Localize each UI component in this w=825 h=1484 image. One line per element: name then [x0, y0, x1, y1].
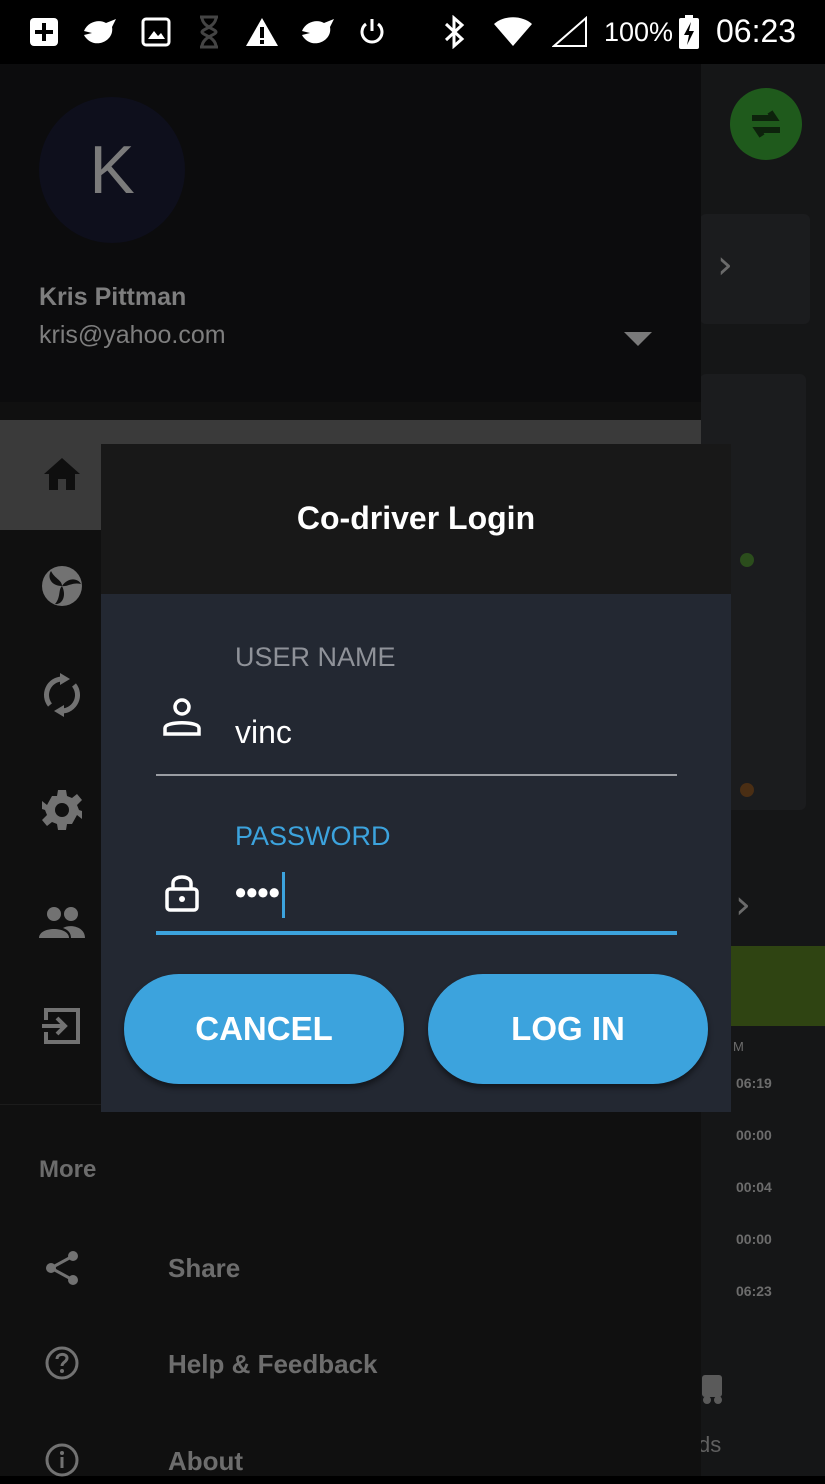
sync-icon[interactable] [38, 671, 86, 719]
home-icon[interactable] [38, 450, 86, 498]
clock: 06:23 [716, 13, 797, 49]
password-underline [156, 931, 677, 935]
time-value: 06:23 [736, 1283, 772, 1299]
dialog-header: Co-driver Login [101, 444, 731, 594]
username-input[interactable]: vinc [235, 714, 292, 751]
share-icon [38, 1244, 86, 1292]
help-icon [38, 1339, 86, 1387]
signal-icon [550, 14, 590, 50]
time-value: 00:04 [736, 1179, 772, 1195]
password-masked-value: •••• [235, 874, 280, 911]
avatar[interactable]: K [39, 97, 185, 243]
username-underline [156, 774, 677, 776]
help-feedback-label: Help & Feedback [168, 1349, 378, 1379]
wifi-icon [490, 14, 536, 50]
more-section-label: More [39, 1156, 97, 1183]
warning-icon [242, 14, 282, 50]
user-email: kris@yahoo.com [39, 321, 226, 349]
user-icon [161, 696, 203, 738]
bird-icon [80, 14, 120, 50]
image-icon [138, 14, 174, 50]
time-value: 06:19 [736, 1075, 772, 1091]
cancel-button[interactable]: CANCEL [124, 974, 404, 1084]
password-input[interactable]: •••• [235, 872, 285, 918]
truck-icon[interactable] [698, 1369, 728, 1409]
settings-icon[interactable] [38, 786, 86, 834]
bird-icon [298, 14, 338, 50]
dot-logo-icon[interactable] [38, 562, 86, 610]
time-value: 00:00 [736, 1231, 772, 1247]
tab-label[interactable]: ds [698, 1432, 721, 1458]
info-icon [38, 1436, 86, 1484]
power-icon [355, 14, 389, 50]
time-column-label: M [733, 1039, 744, 1054]
status-bar: 100% 06:23 [0, 0, 825, 64]
status-dot [740, 783, 754, 797]
share-label: Share [168, 1253, 241, 1283]
password-label: PASSWORD [235, 821, 391, 851]
chevron-right-icon: › [717, 242, 733, 288]
log-in-button[interactable]: LOG IN [428, 974, 708, 1084]
battery-charging-icon [676, 14, 702, 50]
sync-fab[interactable] [730, 88, 802, 160]
lock-icon [161, 872, 203, 914]
co-driver-login-dialog: Co-driver Login USER NAME vinc PASSWORD … [101, 444, 731, 1112]
login-icon[interactable] [38, 1002, 86, 1050]
battery-percent: 100% [604, 17, 674, 47]
username-label: USER NAME [235, 642, 396, 672]
drawer-header: K Kris Pittman kris@yahoo.com [0, 64, 701, 402]
text-cursor [281, 872, 285, 918]
dialog-title: Co-driver Login [296, 500, 536, 536]
chevron-right-icon: › [735, 882, 751, 928]
time-value: 00:00 [736, 1127, 772, 1143]
bluetooth-icon [440, 14, 470, 50]
account-dropdown-icon[interactable] [624, 332, 652, 352]
hourglass-icon [194, 14, 224, 50]
user-name: Kris Pittman [39, 283, 187, 311]
add-box-icon [26, 14, 62, 50]
status-dot [740, 553, 754, 567]
people-icon[interactable] [38, 898, 86, 946]
about-label: About [168, 1446, 244, 1476]
